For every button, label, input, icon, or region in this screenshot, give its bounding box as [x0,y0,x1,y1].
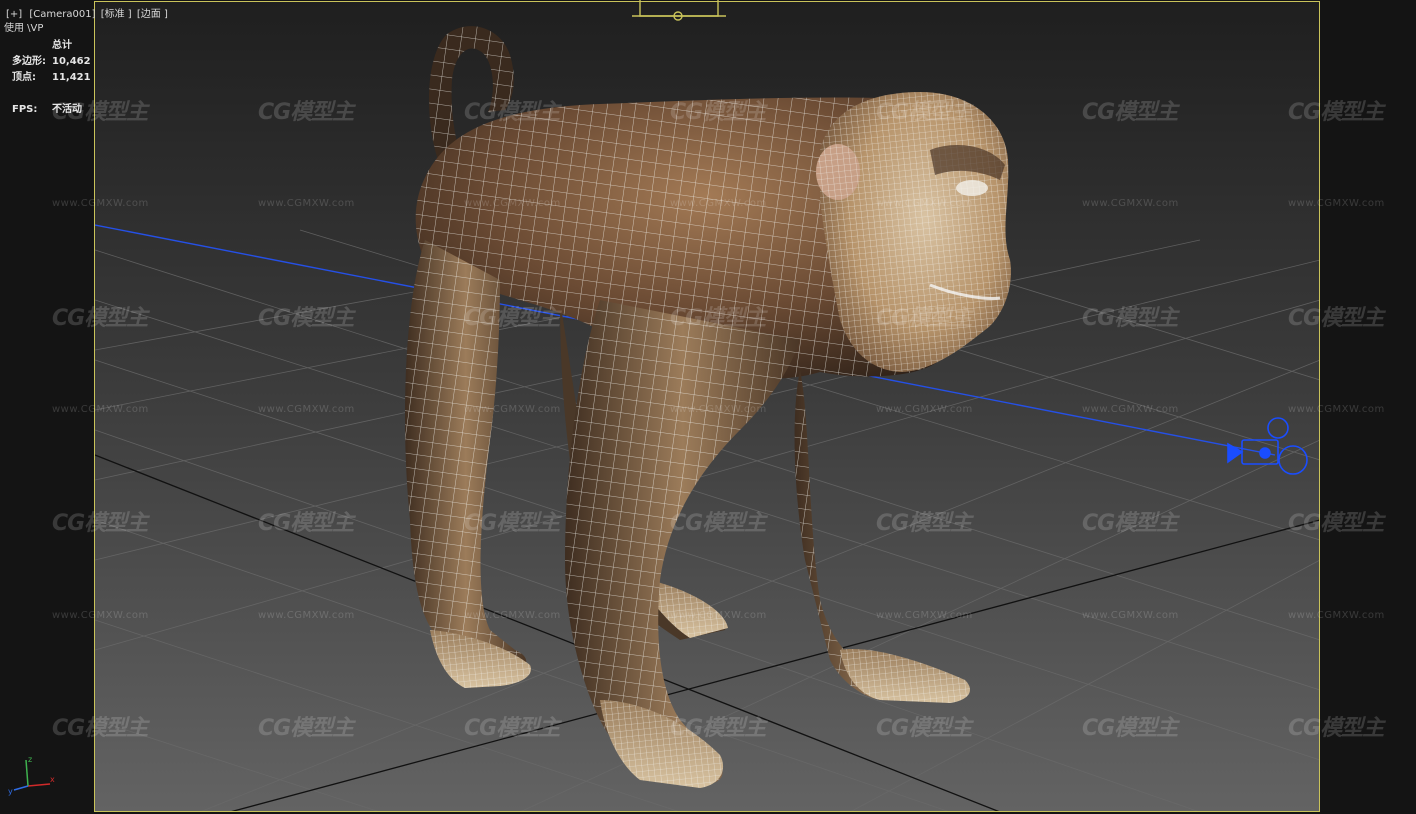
viewport-sub-label: 使用 \VP [4,23,44,34]
svg-text:y: y [8,787,13,796]
polygons-label: 多边形: [12,56,46,67]
viewport-edges-menu[interactable]: [边面 ] [137,9,168,20]
axis-tripod-icon: x z y [8,755,55,796]
camera-viewport[interactable]: [+] [Camera001] [标准 ] [边面 ] 使用 \VP 总计 多边… [0,0,1416,814]
statistics-panel: 总计 多边形: 10,462 顶点: 11,421 FPS: 不活动 [12,38,91,118]
viewport-general-menu[interactable]: [+] [6,9,22,20]
svg-text:x: x [50,775,55,784]
viewport-label-menu: [+] [Camera001] [标准 ] [边面 ] [6,9,168,21]
svg-text:z: z [28,755,32,764]
viewport-shading-menu[interactable]: [标准 ] [101,9,132,20]
fps-label: FPS: [12,104,38,115]
viewport-camera-menu[interactable]: [Camera001] [29,9,95,20]
vertices-label: 顶点: [12,72,36,83]
stats-header: 总计 [52,40,72,51]
vertices-value: 11,421 [52,72,91,83]
scene-canvas[interactable] [0,0,1416,814]
polygons-value: 10,462 [52,56,91,67]
fps-value: 不活动 [52,104,82,115]
